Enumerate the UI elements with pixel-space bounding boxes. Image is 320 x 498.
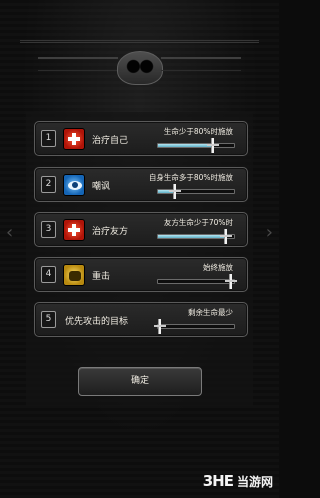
- slider-handle[interactable]: [154, 319, 166, 334]
- condition-slider[interactable]: [157, 138, 235, 153]
- skill-name: 优先攻击的目标: [65, 317, 129, 327]
- tactic-slot-4[interactable]: 4 重击 始终施放: [34, 257, 248, 292]
- left-arrow-icon[interactable]: ‹: [6, 222, 13, 243]
- slot-number: 3: [41, 221, 56, 238]
- tactic-slot-2[interactable]: 2 嘲讽 自身生命多于80%时施放: [34, 167, 248, 202]
- skull-icon: [116, 51, 163, 85]
- condition-slider[interactable]: [157, 229, 235, 244]
- slider-fill: [158, 280, 231, 283]
- condition-slider[interactable]: [157, 274, 237, 289]
- slot-number: 5: [41, 311, 56, 328]
- condition-slider[interactable]: [157, 184, 235, 199]
- taunt-eye-icon: [63, 174, 85, 196]
- slider-fill: [158, 235, 226, 238]
- slot-number: 2: [41, 176, 56, 193]
- ornament-wing-right: [161, 57, 241, 71]
- skull-ornament: [20, 40, 259, 110]
- confirm-button[interactable]: 确定: [78, 367, 202, 396]
- heal-icon: [63, 219, 85, 241]
- slider-handle[interactable]: [225, 274, 237, 289]
- skill-name: 治疗自己: [92, 136, 129, 146]
- skill-name: 重击: [92, 272, 111, 282]
- slot-number: 1: [41, 130, 56, 147]
- skill-condition: 始终施放: [203, 263, 233, 272]
- skill-condition: 生命少于80%时施放: [163, 127, 233, 136]
- tactic-slot-5[interactable]: 5 优先攻击的目标 剩余生命最少: [34, 302, 248, 337]
- ornament-wing-left: [38, 57, 118, 71]
- slider-handle[interactable]: [220, 229, 232, 244]
- strike-fist-icon: [63, 264, 85, 286]
- heal-icon: [63, 128, 85, 150]
- skill-name: 治疗友方: [92, 227, 129, 237]
- watermark-logo: 3HE: [202, 472, 234, 490]
- slider-handle[interactable]: [207, 138, 219, 153]
- slider-fill: [158, 144, 213, 147]
- skill-condition: 剩余生命最少: [188, 308, 233, 317]
- site-watermark: 3HE 当游网: [203, 470, 273, 492]
- watermark-site-name: 当游网: [236, 474, 273, 489]
- skill-name: 嘲讽: [92, 182, 111, 192]
- condition-slider[interactable]: [154, 319, 235, 334]
- tactic-slot-1[interactable]: 1 治疗自己 生命少于80%时施放: [34, 121, 248, 156]
- skill-condition: 自身生命多于80%时施放: [148, 173, 233, 182]
- skill-condition: 友方生命少于70%时: [163, 218, 233, 227]
- right-arrow-icon[interactable]: ›: [266, 222, 273, 243]
- slider-handle[interactable]: [169, 184, 181, 199]
- slot-number: 4: [41, 266, 56, 283]
- tactic-slot-3[interactable]: 3 治疗友方 友方生命少于70%时: [34, 212, 248, 247]
